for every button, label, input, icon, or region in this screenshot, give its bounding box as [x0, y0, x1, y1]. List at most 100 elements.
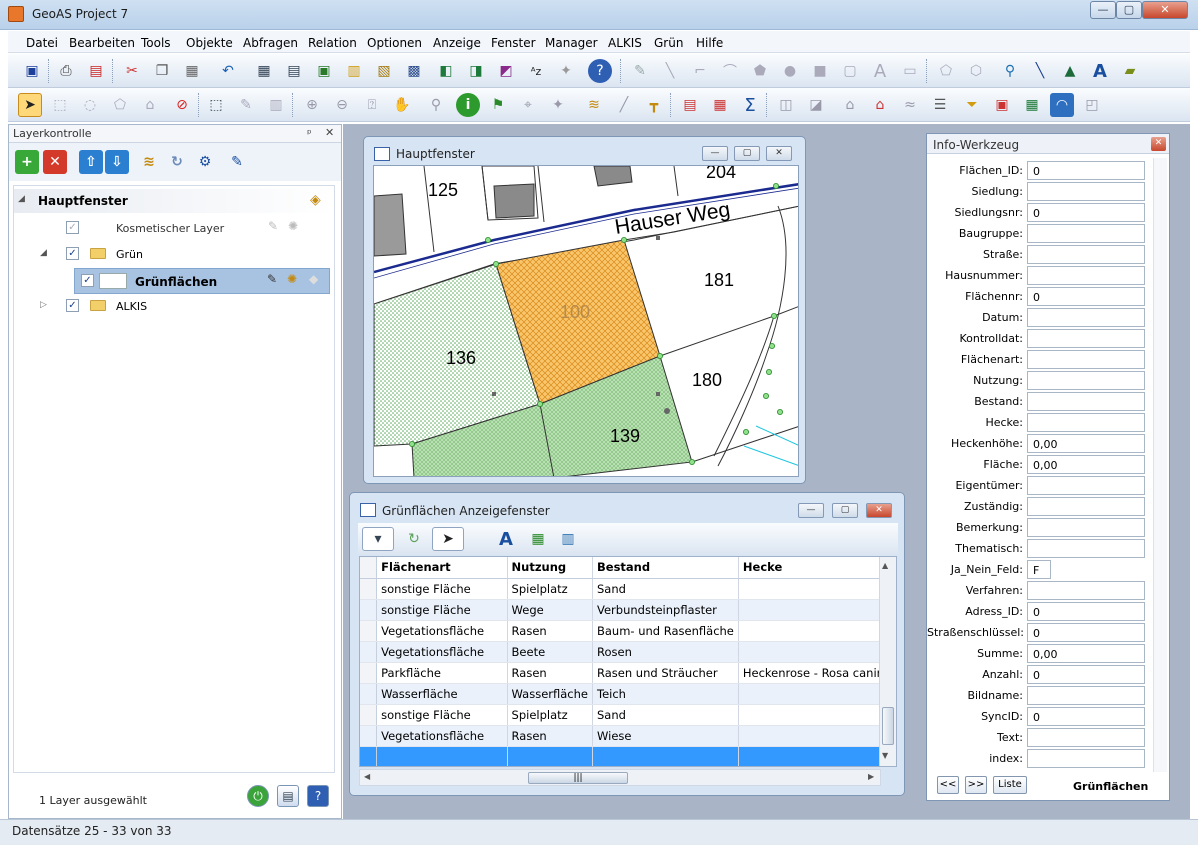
- remove-layer-icon[interactable]: ✕: [43, 150, 67, 174]
- pan-hand-icon[interactable]: ✋: [390, 93, 414, 117]
- map-edit-icon[interactable]: ◨: [464, 59, 488, 83]
- image-icon[interactable]: ▣: [312, 59, 336, 83]
- layer-properties-icon[interactable]: ⚙: [193, 150, 217, 174]
- highlight-icon[interactable]: ✺: [288, 219, 298, 233]
- info-field-input[interactable]: [1027, 266, 1145, 285]
- transform-icon[interactable]: ◫: [774, 93, 798, 117]
- table-cell[interactable]: Vegetationsfläche: [376, 620, 508, 642]
- filter-icon[interactable]: ⏷: [960, 93, 984, 117]
- info-field-input[interactable]: 0: [1027, 602, 1145, 621]
- menu-alkis[interactable]: ALKIS: [608, 36, 642, 50]
- gps-track-icon[interactable]: ✦: [546, 93, 570, 117]
- table-cell[interactable]: [738, 683, 896, 705]
- select-rectangle-icon[interactable]: ⬚: [48, 93, 72, 117]
- info-icon[interactable]: i: [456, 93, 480, 117]
- table-cell[interactable]: Vegetationsfläche: [376, 725, 508, 747]
- layer-refresh-icon[interactable]: ↻: [165, 150, 189, 174]
- legend-icon[interactable]: ◩: [494, 59, 518, 83]
- export-icon[interactable]: ◰: [1080, 93, 1104, 117]
- map-icon[interactable]: ◧: [434, 59, 458, 83]
- list-icon[interactable]: ☰: [928, 93, 952, 117]
- snap-icon[interactable]: ⚲: [998, 59, 1022, 83]
- info-field-input[interactable]: [1027, 749, 1145, 768]
- draw-polygon-icon[interactable]: ⬟: [748, 59, 772, 83]
- maximize-button[interactable]: ▢: [1116, 1, 1142, 19]
- map-maximize-button[interactable]: ▢: [734, 146, 760, 161]
- building[interactable]: [374, 193, 407, 257]
- table-cell[interactable]: Verbundsteinpflaster: [592, 599, 739, 621]
- layer-edit-icon[interactable]: ✎: [225, 150, 249, 174]
- info-field-input[interactable]: 0: [1027, 707, 1145, 726]
- table-view-icon[interactable]: ▤: [282, 59, 306, 83]
- building-icon[interactable]: ⌂: [838, 93, 862, 117]
- select-circle-icon[interactable]: ◌: [78, 93, 102, 117]
- add-node-icon[interactable]: ⬠: [934, 59, 958, 83]
- refresh-icon[interactable]: ↻: [402, 527, 426, 551]
- table-cell[interactable]: Rasen: [507, 662, 594, 684]
- cut-icon[interactable]: ✂: [120, 59, 144, 83]
- info-field-input[interactable]: [1027, 392, 1145, 411]
- table-minimize-button[interactable]: —: [798, 503, 824, 518]
- table-cell[interactable]: Heckenrose - Rosa canina: [738, 662, 896, 684]
- table-cell[interactable]: Wiese: [592, 725, 739, 747]
- map-canvas[interactable]: 125 204 181 100 136 180 139 Hauser Weg: [373, 165, 799, 477]
- zoom-in-icon[interactable]: ⊕: [300, 93, 324, 117]
- copy-layer-icon[interactable]: ◪: [804, 93, 828, 117]
- edit-text-icon[interactable]: ▥: [264, 93, 288, 117]
- collapse-icon[interactable]: ◢: [40, 248, 47, 258]
- info-field-input[interactable]: [1027, 308, 1145, 327]
- table-cell[interactable]: Rasen und Sträucher: [592, 662, 739, 684]
- building[interactable]: [593, 166, 633, 187]
- add-vertex-icon[interactable]: ⬡: [964, 59, 988, 83]
- info-field-input[interactable]: 0,00: [1027, 455, 1145, 474]
- label-icon[interactable]: ◆: [309, 272, 318, 286]
- draw-rounded-rect-icon[interactable]: ▢: [838, 59, 862, 83]
- sort-dropdown-icon[interactable]: ▾: [362, 527, 394, 551]
- column-header-hecke[interactable]: Hecke: [738, 557, 896, 579]
- info-field-input[interactable]: [1027, 371, 1145, 390]
- next-record-button[interactable]: >>: [965, 776, 987, 794]
- pdf-icon[interactable]: ▤: [84, 59, 108, 83]
- info-field-input[interactable]: [1027, 182, 1145, 201]
- move-down-icon[interactable]: ⇩: [105, 150, 129, 174]
- tree-root-row[interactable]: ◢ Hauptfenster ◈: [14, 189, 334, 213]
- info-field-input[interactable]: [1027, 476, 1145, 495]
- copy-icon[interactable]: ❐: [150, 59, 174, 83]
- deselect-icon[interactable]: ⊘: [170, 93, 194, 117]
- table-row[interactable]: sonstige Fläche Spielplatz Sand: [360, 704, 896, 726]
- expand-icon[interactable]: ▷: [40, 300, 47, 310]
- building[interactable]: [493, 183, 535, 219]
- info-field-input[interactable]: [1027, 518, 1145, 537]
- table-cell[interactable]: Parkfläche: [376, 662, 508, 684]
- gps-icon[interactable]: ✦: [554, 59, 578, 83]
- wms-icon[interactable]: ◠: [1050, 93, 1074, 117]
- edit-select-icon[interactable]: ⬚: [204, 93, 228, 117]
- table-cell[interactable]: [738, 620, 896, 642]
- select-arrow-icon[interactable]: ➤: [18, 93, 42, 117]
- draw-line-icon[interactable]: ╲: [658, 59, 682, 83]
- layer-stack-icon[interactable]: ≋: [137, 150, 161, 174]
- draw-polyline-icon[interactable]: ⌐: [688, 59, 712, 83]
- column-header-nutzung[interactable]: Nutzung: [507, 557, 594, 579]
- add-layer-icon[interactable]: +: [15, 150, 39, 174]
- info-close-button[interactable]: ✕: [1151, 137, 1166, 151]
- select-house-icon[interactable]: ⌂: [138, 93, 162, 117]
- table-cell[interactable]: Wege: [507, 599, 594, 621]
- measure-icon[interactable]: ⚲: [424, 93, 448, 117]
- hammer-icon[interactable]: ┳: [642, 93, 666, 117]
- menu-objekte[interactable]: Objekte: [186, 36, 233, 50]
- table-cell[interactable]: Wasserfläche: [376, 683, 508, 705]
- menu-gruen[interactable]: Grün: [654, 36, 683, 50]
- collapse-icon[interactable]: ◢: [18, 194, 25, 204]
- table-cell[interactable]: [738, 725, 896, 747]
- print-icon[interactable]: ⎙: [54, 59, 78, 83]
- table-row[interactable]: Vegetationsfläche Rasen Wiese: [360, 725, 896, 747]
- line-tool-icon[interactable]: ╲: [1028, 59, 1052, 83]
- layer-visibility-checkbox[interactable]: ✓: [66, 299, 79, 312]
- table-row[interactable]: Parkfläche Rasen Rasen und Sträucher Hec…: [360, 662, 896, 684]
- table-row[interactable]: sonstige Fläche Wege Verbundsteinpflaste…: [360, 599, 896, 621]
- edit-icon[interactable]: ✎: [267, 272, 277, 286]
- table-close-button[interactable]: ✕: [866, 503, 892, 518]
- table-cell[interactable]: [738, 599, 896, 621]
- draw-rectangle-icon[interactable]: ■: [808, 59, 832, 83]
